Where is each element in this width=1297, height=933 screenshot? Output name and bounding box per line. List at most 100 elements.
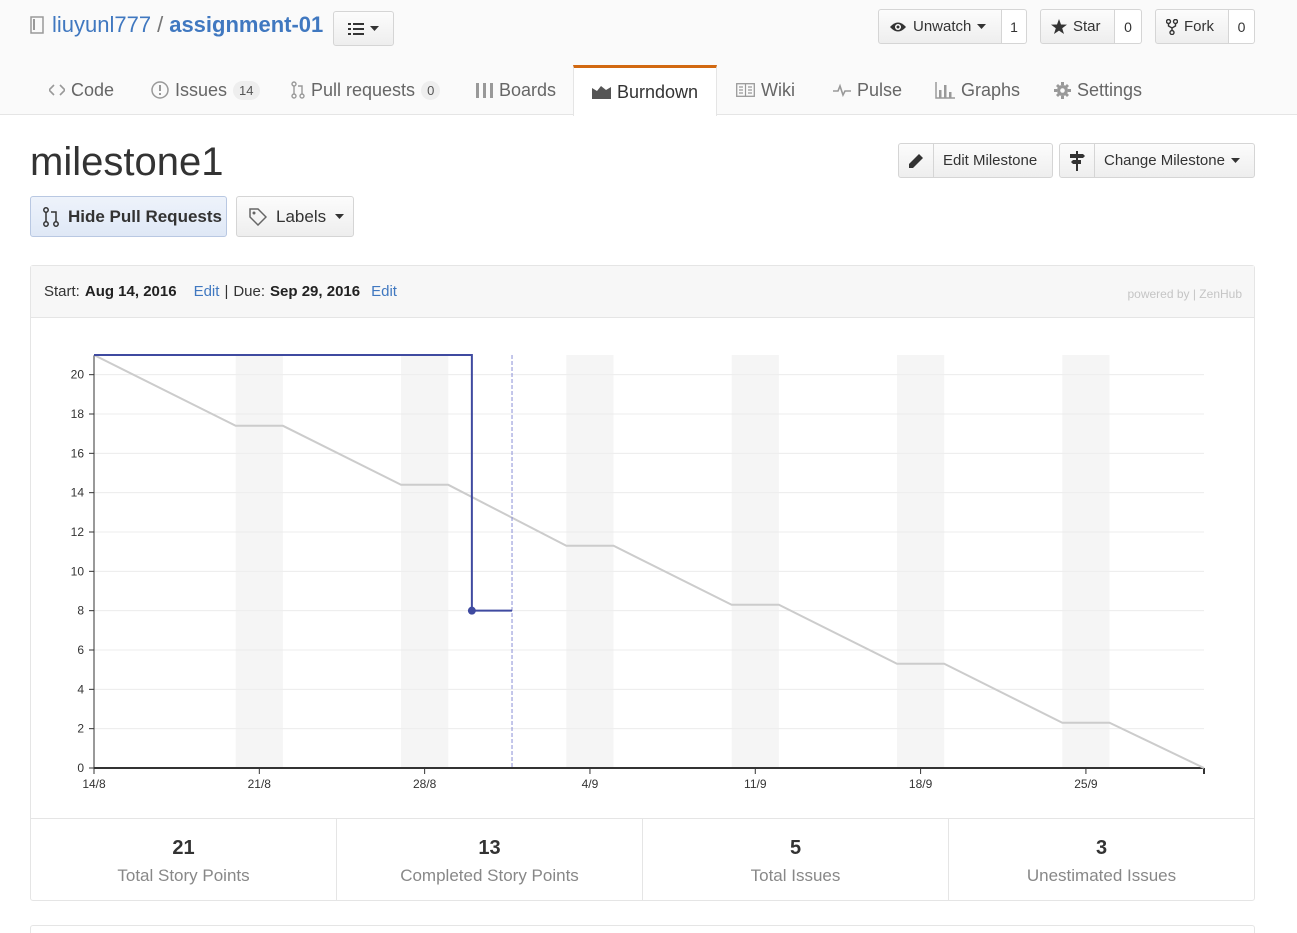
y-tick-label: 20: [71, 368, 85, 382]
watchers-count[interactable]: 1: [1002, 9, 1027, 44]
tab-graphs[interactable]: Graphs: [935, 65, 1020, 115]
pencil-icon-box: [899, 144, 934, 177]
caret-down-icon: [977, 23, 987, 29]
y-tick-label: 2: [77, 722, 84, 736]
list-icon: [348, 22, 364, 35]
x-tick-label: 25/9: [1074, 777, 1098, 791]
stat-value: 5: [789, 837, 802, 859]
repo-menu-button[interactable]: [333, 11, 394, 46]
stat-unestimated-issues: 3 Unestimated Issues: [949, 819, 1254, 901]
x-tick-label: 21/8: [248, 777, 272, 791]
y-tick-label: 14: [71, 486, 85, 500]
hide-pull-requests-button[interactable]: Hide Pull Requests: [30, 196, 227, 237]
tab-pulse[interactable]: Pulse: [833, 65, 902, 115]
tab-issues[interactable]: Issues 14: [151, 65, 260, 115]
start-date: Aug 14, 2016: [84, 283, 177, 300]
caret-down-icon: [1230, 157, 1240, 163]
y-tick-label: 8: [77, 604, 84, 618]
tab-code-label: Code: [71, 79, 115, 100]
start-label: Start:: [44, 283, 80, 300]
tab-wiki[interactable]: Wiki: [736, 65, 795, 115]
weekend-band: [1062, 355, 1110, 768]
tab-settings-label: Settings: [1077, 79, 1143, 100]
stat-completed-story-points: 13 Completed Story Points: [337, 819, 643, 901]
weekend-band: [896, 355, 945, 768]
y-tick-label: 12: [71, 525, 85, 539]
weekend-band: [566, 355, 614, 768]
fork-label: Fork: [1184, 18, 1214, 35]
tab-issues-label: Issues: [175, 79, 228, 100]
repo-owner-link[interactable]: liuyunl777: [52, 12, 151, 38]
x-tick-label: 4/9: [582, 777, 599, 791]
weekend-band: [401, 355, 449, 768]
issues-count-badge: 14: [233, 80, 260, 100]
tab-code[interactable]: Code: [49, 65, 114, 115]
next-panel: [30, 925, 1255, 933]
star-label: Star: [1073, 18, 1101, 35]
boards-icon: [476, 83, 493, 98]
unwatch-button[interactable]: Unwatch: [878, 9, 1002, 44]
stat-total-issues: 5 Total Issues: [643, 819, 949, 901]
burndown-icon: [592, 86, 611, 99]
unwatch-label: Unwatch: [913, 18, 972, 35]
x-tick-label: 18/9: [909, 777, 933, 791]
edit-due-link[interactable]: Edit: [371, 283, 397, 300]
tab-graphs-label: Graphs: [961, 79, 1021, 100]
weekend-band: [235, 355, 283, 768]
change-milestone-button[interactable]: Change Milestone: [1059, 143, 1255, 178]
stars-count[interactable]: 0: [1115, 9, 1142, 44]
edit-milestone-button[interactable]: Edit Milestone: [898, 143, 1053, 178]
graph-icon: [935, 81, 955, 99]
actual-data-point: [467, 606, 476, 615]
stat-label: Completed Story Points: [400, 866, 579, 885]
caret-down-icon: [370, 25, 379, 31]
signpost-icon: [1070, 150, 1085, 171]
stat-value: 13: [478, 837, 501, 859]
pull-request-icon: [43, 206, 59, 227]
y-tick-label: 16: [71, 446, 85, 460]
stat-label: Total Issues: [750, 866, 841, 885]
hide-pull-requests-label: Hide Pull Requests: [68, 206, 222, 226]
stat-value: 21: [172, 837, 195, 859]
forks-count[interactable]: 0: [1229, 9, 1255, 44]
star-icon: [1051, 19, 1067, 34]
date-divider: |: [224, 283, 229, 300]
tab-burndown[interactable]: Burndown: [573, 65, 718, 116]
tab-pull-requests[interactable]: Pull requests 0: [291, 65, 441, 115]
x-tick-label: 11/9: [744, 777, 767, 791]
tab-boards[interactable]: Boards: [476, 65, 556, 115]
stat-label: Total Story Points: [117, 866, 250, 885]
labels-dropdown-button[interactable]: Labels: [236, 196, 354, 237]
stat-label: Unestimated Issues: [1026, 866, 1177, 885]
stat-total-story-points: 21 Total Story Points: [31, 819, 337, 901]
issue-icon: [151, 81, 169, 99]
signpost-icon-box: [1060, 144, 1095, 177]
x-tick-label: 28/8: [413, 777, 437, 791]
repo-header: liuyunl777 / assignment-01 Unwatch 1 Sta…: [0, 0, 1297, 116]
tag-icon: [249, 207, 267, 226]
watch-group: Unwatch 1: [878, 9, 1027, 44]
repo-book-icon: [30, 16, 44, 34]
due-date: Sep 29, 2016: [270, 283, 361, 300]
edit-start-link[interactable]: Edit: [194, 283, 220, 300]
tab-pull-requests-label: Pull requests: [311, 79, 416, 100]
wiki-icon: [736, 83, 755, 97]
fork-button[interactable]: Fork: [1155, 9, 1229, 44]
eye-icon: [890, 22, 906, 31]
code-icon: [49, 84, 65, 96]
star-group: Star 0: [1040, 9, 1142, 44]
gear-icon: [1054, 81, 1071, 99]
tab-burndown-label: Burndown: [617, 81, 699, 102]
pull-requests-count-badge: 0: [421, 80, 441, 100]
stat-value: 3: [1095, 837, 1108, 859]
powered-by-zenhub[interactable]: powered by | ZenHub: [1127, 287, 1242, 301]
weekend-band: [731, 355, 779, 768]
repo-name-link[interactable]: assignment-01: [169, 12, 323, 38]
actual-burndown-line: [94, 354, 513, 612]
milestone-dates: Start: Aug 14, 2016 Edit | Due: Sep 29, …: [31, 266, 1254, 318]
x-tick-label: 14/8: [82, 777, 106, 791]
star-button[interactable]: Star: [1040, 9, 1115, 44]
tab-settings[interactable]: Settings: [1054, 65, 1142, 115]
y-tick-label: 18: [71, 407, 85, 421]
repo-separator: /: [157, 12, 164, 37]
